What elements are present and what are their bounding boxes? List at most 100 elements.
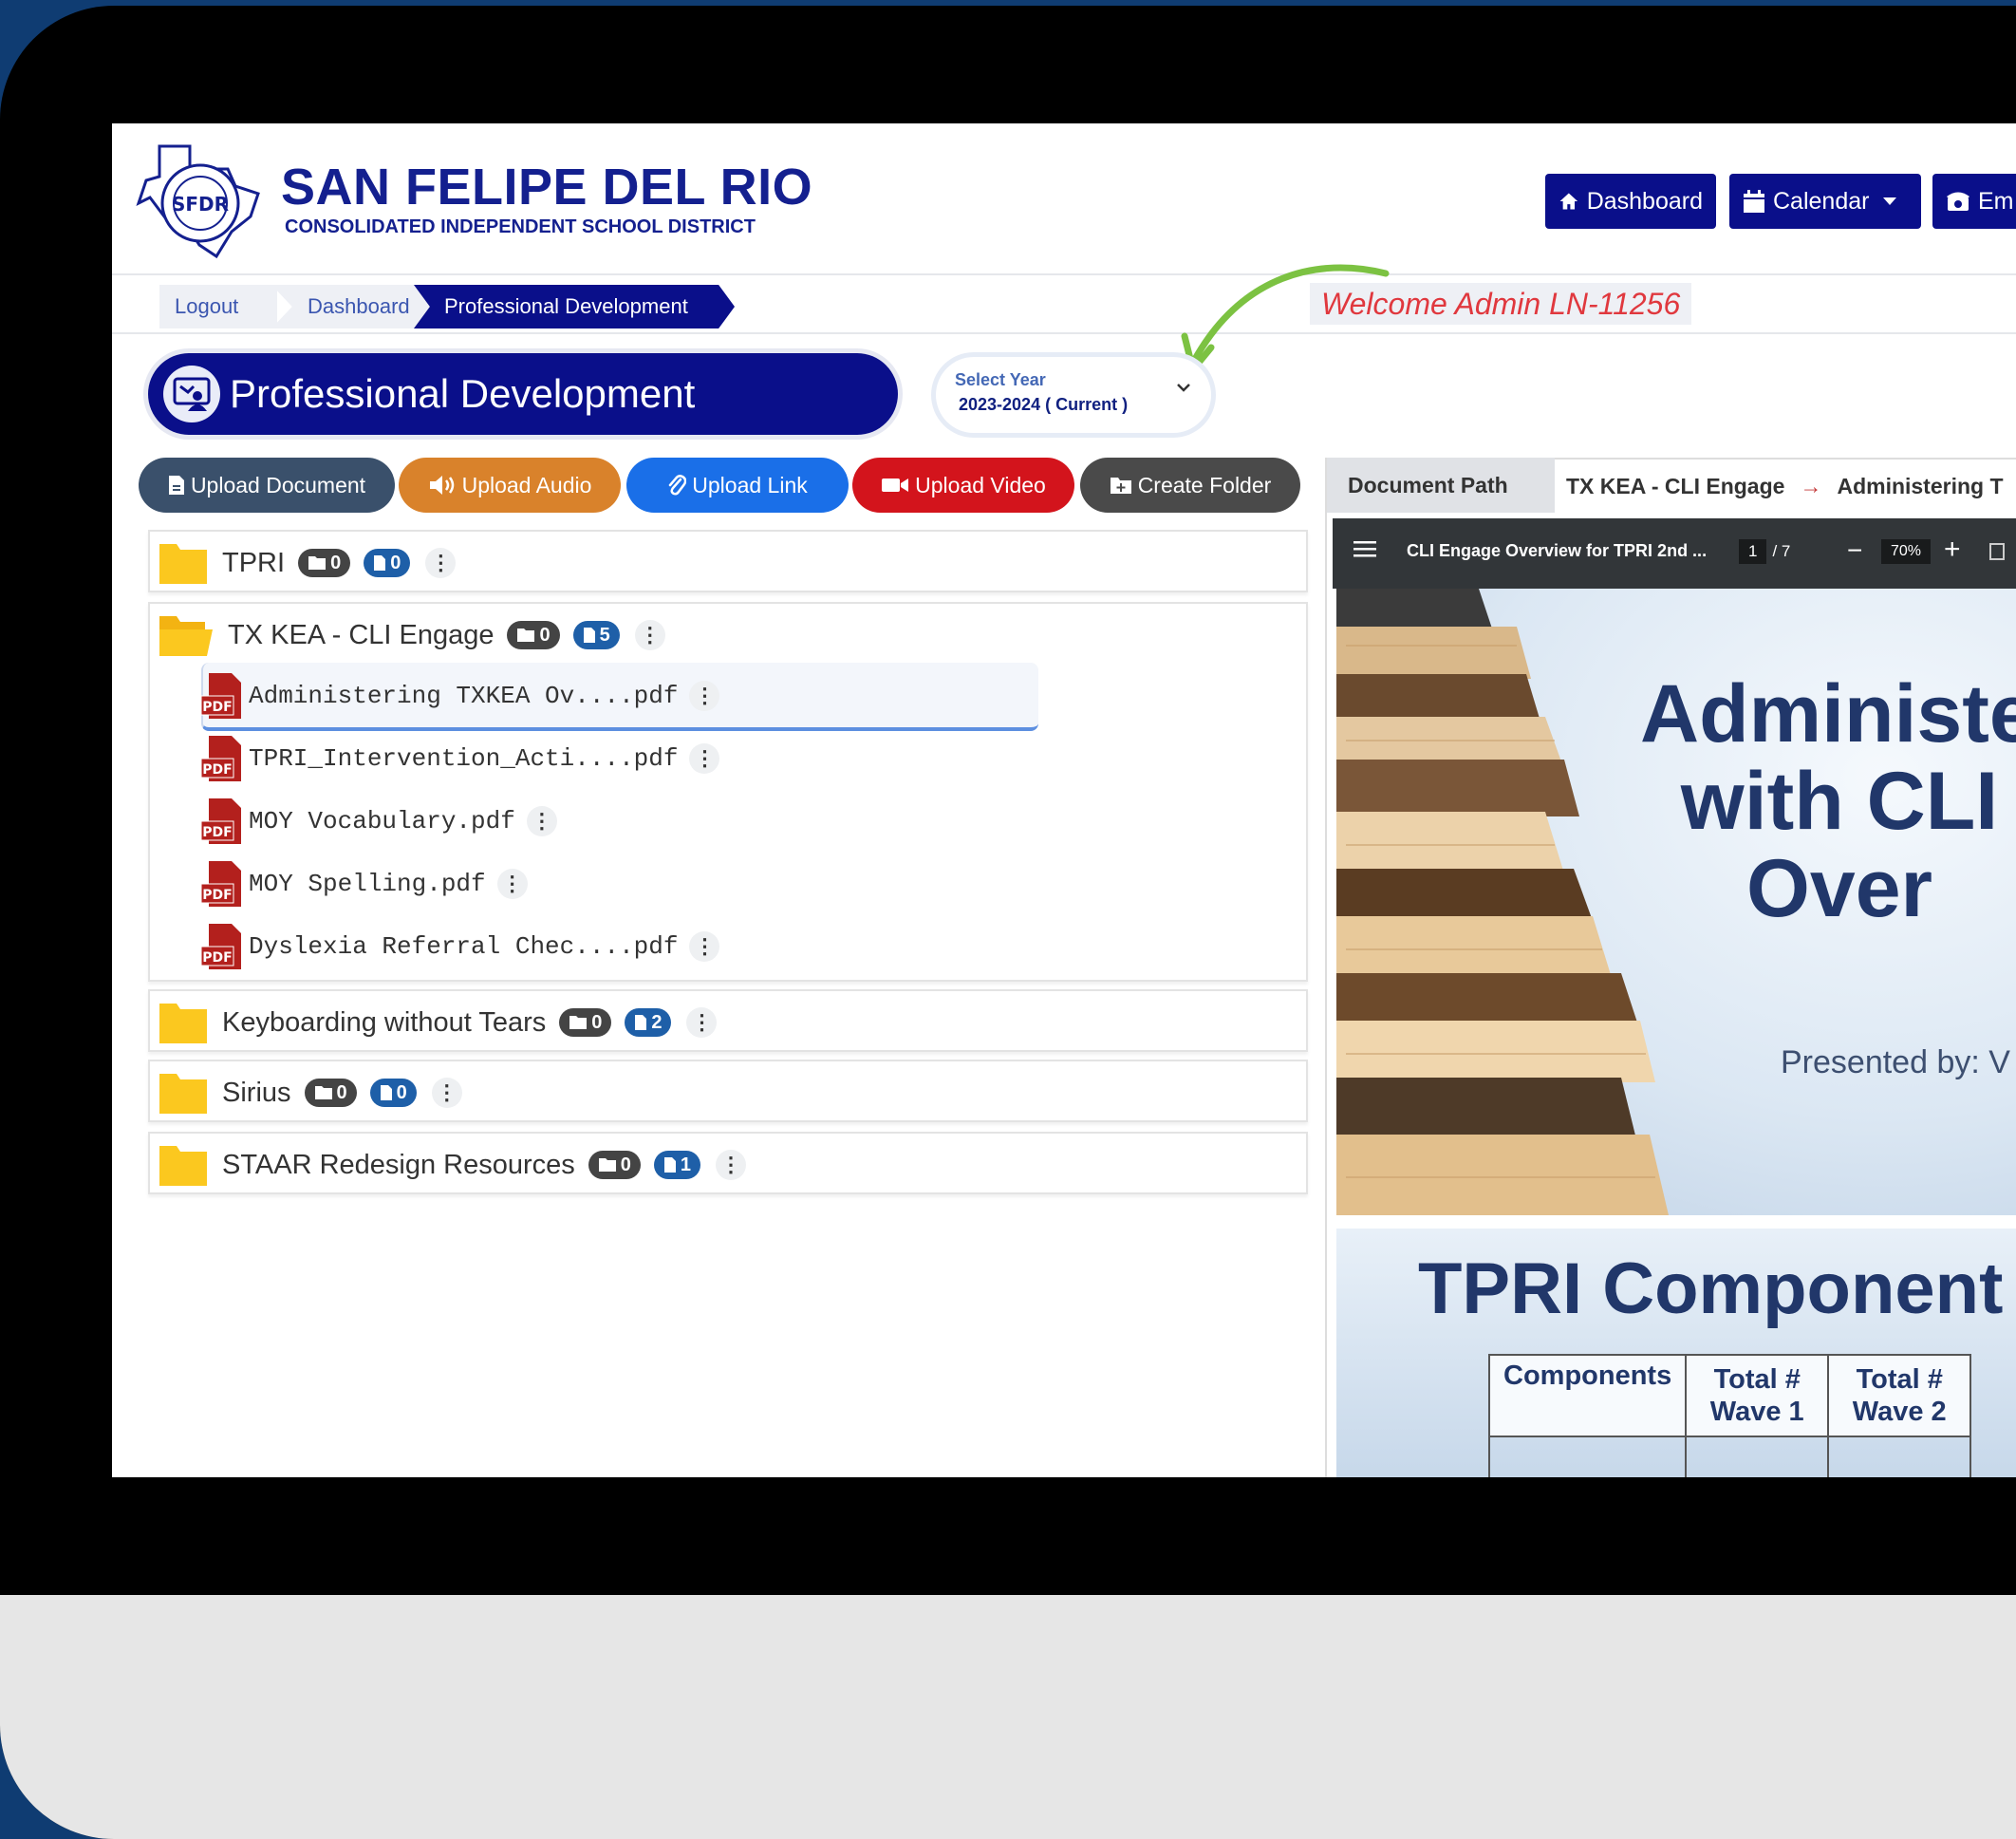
pdf-file-icon: PDF [200, 673, 241, 719]
year-select-value: 2023-2024 ( Current ) [959, 395, 1129, 414]
file-icon [380, 1085, 392, 1100]
document-path-bar: Document Path TX KEA - CLI Engage → Admi… [1327, 458, 2016, 513]
folder-icon [314, 1086, 332, 1099]
upload-video-label: Upload Video [915, 472, 1046, 497]
folder-plus-icon [1110, 478, 1131, 494]
presentation-icon [163, 366, 220, 422]
upload-link-label: Upload Link [692, 472, 808, 497]
phone-icon [1947, 192, 1969, 211]
create-folder-button[interactable]: Create Folder [1080, 458, 1300, 513]
file-icon [583, 628, 595, 643]
upload-document-button[interactable]: Upload Document [139, 458, 395, 513]
subfolder-count-badge: 0 [588, 1151, 641, 1179]
document-path-folder: TX KEA - CLI Engage [1566, 473, 1785, 498]
slide-title-line: Administer [1640, 668, 2016, 760]
upload-document-label: Upload Document [190, 472, 366, 497]
zoom-in-icon[interactable]: + [1944, 534, 1961, 566]
components-table: Components Total # Wave 1 Total # Wave 2 [1487, 1354, 1972, 1477]
site-header: SFDR SAN FELIPE DEL RIO CONSOLIDATED IND… [112, 123, 2016, 275]
folder-item[interactable]: Sirius 0 0 ⋮ [148, 1060, 1308, 1122]
folder-options-icon[interactable]: ⋮ [431, 1078, 462, 1108]
pdf-label: PDF [202, 762, 232, 778]
file-options-icon[interactable]: ⋮ [496, 869, 528, 899]
file-item[interactable]: PDF MOY Vocabulary.pdf ⋮ [199, 794, 557, 849]
folder-item-expanded[interactable]: TX KEA - CLI Engage 0 5 ⋮ PDF Administer… [148, 602, 1308, 982]
pdf-page-input[interactable]: 1 [1739, 539, 1767, 564]
pdf-zoom-level[interactable]: 70% [1881, 539, 1932, 564]
pdf-page-1: Administer with CLI Over Presented by: V [1336, 589, 2016, 1215]
upload-video-button[interactable]: Upload Video [852, 458, 1074, 513]
slide-title: Administer with CLI Over [1640, 670, 2016, 932]
dashboard-nav-button[interactable]: Dashboard [1545, 174, 1716, 229]
folder-options-icon[interactable]: ⋮ [716, 1150, 747, 1180]
emergency-nav-label: Em [1978, 187, 2014, 215]
slide-presenter: Presented by: V [1781, 1044, 2010, 1080]
file-icon [374, 555, 386, 571]
fit-page-icon[interactable] [1989, 543, 2005, 560]
subfolder-count: 0 [336, 1081, 347, 1103]
district-subtitle: CONSOLIDATED INDEPENDENT SCHOOL DISTRICT [285, 216, 756, 237]
file-count-badge: 0 [364, 549, 411, 577]
folder-options-icon[interactable]: ⋮ [686, 1007, 718, 1038]
file-icon [635, 1015, 647, 1030]
book-stack-image [1336, 589, 1669, 1215]
home-icon [1559, 193, 1578, 210]
folder-name: Keyboarding without Tears [222, 1006, 547, 1038]
upload-link-button[interactable]: Upload Link [626, 458, 849, 513]
file-count: 1 [680, 1154, 692, 1175]
file-count: 0 [390, 552, 401, 573]
folder-name: TPRI [222, 547, 286, 578]
folder-icon [159, 1146, 207, 1186]
pdf-title: CLI Engage Overview for TPRI 2nd ... [1407, 541, 1708, 560]
upload-audio-button[interactable]: Upload Audio [399, 458, 621, 513]
pdf-page-indicator: 1 / 7 [1739, 539, 1790, 564]
create-folder-label: Create Folder [1137, 472, 1272, 497]
document-path-label: Document Path [1327, 458, 1555, 513]
folder-options-icon[interactable]: ⋮ [634, 620, 665, 650]
pdf-file-icon: PDF [200, 861, 241, 907]
file-options-icon[interactable]: ⋮ [526, 806, 557, 836]
file-name: Administering TXKEA Ov....pdf [249, 682, 679, 710]
upload-audio-label: Upload Audio [461, 472, 592, 497]
file-options-icon[interactable]: ⋮ [689, 743, 720, 774]
file-count-badge: 1 [653, 1151, 701, 1179]
folder-item[interactable]: Keyboarding without Tears 0 2 ⋮ [148, 989, 1308, 1052]
emergency-nav-button[interactable]: Em [1932, 174, 2016, 229]
folder-options-icon[interactable]: ⋮ [425, 548, 457, 578]
subfolder-count: 0 [539, 624, 551, 646]
file-item[interactable]: PDF Dyslexia Referral Chec....pdf ⋮ [199, 919, 720, 974]
pdf-label: PDF [202, 700, 232, 715]
pdf-label: PDF [202, 825, 232, 840]
pdf-file-icon: PDF [200, 736, 241, 781]
calendar-nav-label: Calendar [1773, 187, 1870, 215]
file-icon [663, 1157, 676, 1173]
folder-item[interactable]: TPRI 0 0 ⋮ [148, 530, 1308, 592]
pdf-label: PDF [202, 888, 232, 903]
folder-icon [517, 629, 535, 642]
folder-open-icon [159, 616, 213, 656]
subfolder-count: 0 [620, 1154, 631, 1175]
zoom-out-icon[interactable]: − [1847, 535, 1862, 566]
menu-icon[interactable] [1353, 539, 1376, 558]
file-item-selected[interactable]: PDF Administering TXKEA Ov....pdf ⋮ [199, 668, 720, 723]
file-count: 2 [651, 1011, 663, 1033]
document-path-file: Administering T [1837, 473, 2004, 498]
file-count-badge: 5 [572, 621, 620, 649]
file-item[interactable]: PDF TPRI_Intervention_Acti....pdf ⋮ [199, 731, 720, 786]
folder-icon [159, 1074, 207, 1114]
arrow-right-icon: → [1800, 473, 1822, 498]
breadcrumb-logout[interactable]: Logout [159, 285, 277, 328]
file-item[interactable]: PDF MOY Spelling.pdf ⋮ [199, 856, 528, 911]
video-camera-icon [882, 479, 909, 492]
table-row [1487, 1436, 1972, 1477]
pdf-page-total: / 7 [1772, 542, 1791, 560]
subfolder-count: 0 [330, 552, 342, 573]
document-path-value: TX KEA - CLI Engage → Administering T [1555, 458, 2016, 513]
year-select[interactable]: Select Year 2023-2024 ( Current ) [936, 357, 1211, 433]
file-options-icon[interactable]: ⋮ [689, 931, 720, 962]
file-options-icon[interactable]: ⋮ [689, 681, 720, 711]
folder-item[interactable]: STAAR Redesign Resources 0 1 ⋮ [148, 1132, 1308, 1194]
slide-title-line: Over [1745, 843, 1933, 934]
calendar-nav-button[interactable]: Calendar [1729, 174, 1921, 229]
district-name: SAN FELIPE DEL RIO [281, 159, 813, 216]
